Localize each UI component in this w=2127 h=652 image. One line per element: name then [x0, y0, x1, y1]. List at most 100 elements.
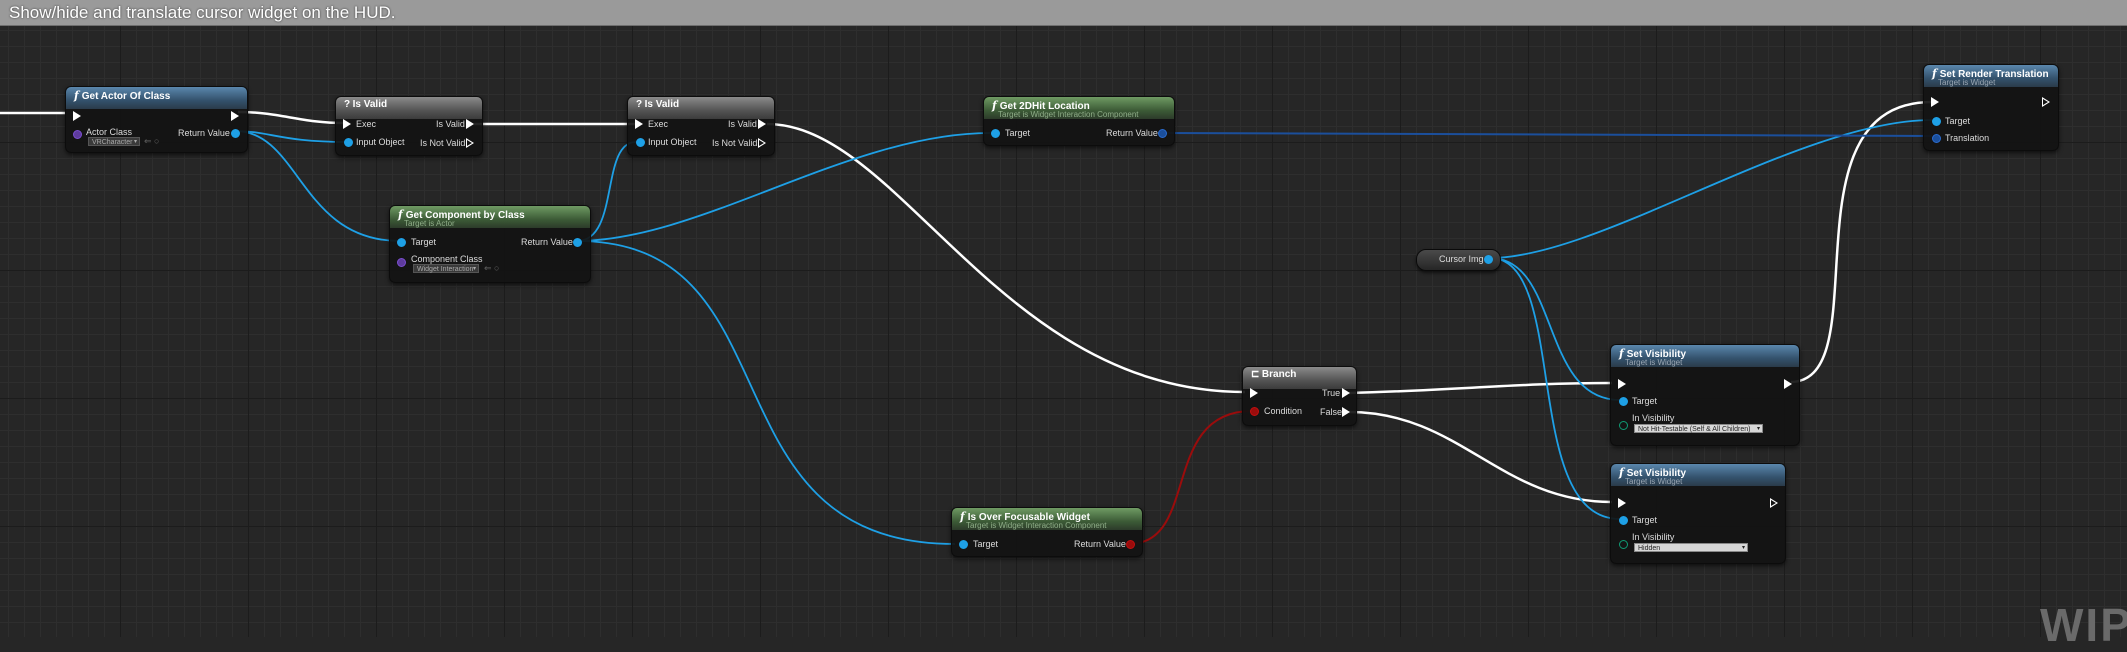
node-get-2dhit-location[interactable]: f Get 2DHit Location Target is Widget Inte… [983, 96, 1175, 146]
input-object-label: Input Object [356, 137, 405, 147]
function-icon: f [1619, 347, 1624, 360]
component-class-label: Component Class [411, 254, 483, 264]
asset-browse-icon[interactable]: ⇐ ○ [484, 263, 499, 274]
target-label: Target [1945, 116, 1971, 126]
node-header: f Get Actor Of Class [66, 87, 247, 109]
exec-wire [237, 110, 346, 125]
exec-out-pin[interactable] [1784, 379, 1792, 389]
target-label: Target [1632, 515, 1658, 525]
node-subtitle: Target is Widget [1625, 358, 1683, 367]
exec-in-pin[interactable] [635, 119, 643, 129]
function-icon: f [398, 208, 403, 221]
is-valid-exec-pin[interactable] [758, 119, 766, 129]
node-is-valid-2[interactable]: ? Is Valid Exec Is Valid Input Object Is… [627, 96, 775, 156]
node-get-component-by-class[interactable]: f Get Component by Class Target is Actor T… [389, 205, 591, 283]
component-class-pin[interactable] [397, 258, 406, 267]
node-cursor-img-variable[interactable]: Cursor Img [1416, 249, 1501, 271]
in-visibility-label: In Visibility [1632, 532, 1675, 542]
node-is-valid-1[interactable]: ? Is Valid Exec Is Valid Input Object Is… [335, 96, 483, 156]
actor-class-dropdown[interactable]: VRCharacter ▾ [88, 137, 140, 146]
exec-in-pin[interactable] [343, 119, 351, 129]
exec-label: Exec [648, 119, 669, 129]
false-label: False [1320, 407, 1343, 417]
variable-label: Cursor Img [1439, 254, 1484, 264]
is-not-valid-exec-pin[interactable] [466, 138, 474, 148]
target-pin[interactable] [1619, 397, 1628, 406]
exec-in-pin[interactable] [1250, 388, 1258, 398]
target-pin[interactable] [959, 540, 968, 549]
target-label: Target [1005, 128, 1031, 138]
exec-in-pin[interactable] [1618, 379, 1626, 389]
exec-in-pin[interactable] [73, 111, 81, 121]
target-pin[interactable] [397, 238, 406, 247]
node-is-over-focusable-widget[interactable]: f Is Over Focusable Widget Target is Widge… [951, 507, 1143, 557]
target-pin[interactable] [1619, 516, 1628, 525]
node-get-actor-of-class[interactable]: f Get Actor Of Class Actor Class VRCharac… [65, 86, 248, 153]
node-set-visibility-2[interactable]: f Set Visibility Target is Widget Target I… [1610, 463, 1786, 564]
function-icon: f [1932, 67, 1937, 80]
exec-out-pin[interactable] [231, 111, 239, 121]
graph-type-watermark: WIP [2040, 599, 2127, 651]
condition-pin[interactable] [1250, 407, 1259, 416]
dropdown-value: Hidden [1638, 545, 1661, 552]
condition-label: Condition [1264, 406, 1303, 416]
node-header: f Set Visibility Target is Widget [1611, 464, 1785, 486]
object-wire [576, 240, 956, 545]
exec-wire [1348, 381, 1613, 395]
input-object-pin[interactable] [344, 138, 353, 147]
return-value-pin[interactable] [573, 238, 582, 247]
cursor-img-output-pin[interactable] [1484, 255, 1493, 264]
actor-class-pin[interactable] [73, 130, 82, 139]
exec-in-pin[interactable] [1618, 498, 1626, 508]
exec-wire [1790, 100, 1933, 384]
is-not-valid-exec-pin[interactable] [758, 138, 766, 148]
is-valid-exec-pin[interactable] [466, 119, 474, 129]
chevron-down-icon: ▾ [1741, 545, 1745, 551]
exec-out-pin[interactable] [1770, 498, 1778, 508]
node-title: Get Actor Of Class [81, 91, 171, 102]
function-icon: f [1619, 466, 1624, 479]
exec-out-pin[interactable] [2042, 97, 2050, 107]
return-value-pin[interactable] [1158, 129, 1167, 138]
node-subtitle: Target is Actor [404, 219, 455, 228]
return-value-pin[interactable] [231, 129, 240, 138]
target-pin[interactable] [1932, 117, 1941, 126]
true-label: True [1322, 388, 1341, 398]
input-object-pin[interactable] [636, 138, 645, 147]
in-visibility-pin[interactable] [1619, 421, 1628, 430]
node-header: f Set Visibility Target is Widget [1611, 345, 1799, 367]
node-subtitle: Target is Widget [1625, 477, 1683, 486]
node-header: ⊏ Branch [1243, 367, 1356, 389]
object-wire [1489, 119, 1933, 259]
chevron-down-icon: ▾ [1756, 426, 1760, 432]
exec-in-pin[interactable] [1931, 97, 1939, 107]
visibility-dropdown[interactable]: Hidden ▾ [1634, 543, 1748, 552]
is-not-valid-label: Is Not Valid [712, 138, 758, 148]
return-value-label: Return Value [521, 237, 573, 247]
target-pin[interactable] [991, 129, 1000, 138]
bool-wire [1128, 410, 1253, 545]
visibility-dropdown[interactable]: Not Hit-Testable (Self & All Children) ▾ [1634, 424, 1763, 433]
is-valid-label: Is Valid [436, 119, 465, 129]
asset-browse-icon[interactable]: ⇐ ○ [144, 136, 159, 147]
node-set-visibility-1[interactable]: f Set Visibility Target is Widget Target I… [1610, 344, 1800, 446]
dropdown-value: Not Hit-Testable (Self & All Children) [1638, 426, 1751, 433]
translation-pin[interactable] [1932, 134, 1941, 143]
node-subtitle: Target is Widget Interaction Component [998, 110, 1139, 119]
node-set-render-translation[interactable]: f Set Render Translation Target is Widget … [1923, 64, 2059, 151]
target-label: Target [411, 237, 437, 247]
dropdown-value: VRCharacter [92, 139, 133, 146]
component-class-dropdown[interactable]: Widget Interaction ▾ [413, 264, 479, 273]
actor-class-label: Actor Class [86, 127, 133, 137]
true-exec-pin[interactable] [1342, 388, 1350, 398]
node-header: f Set Render Translation Target is Widget [1924, 65, 2058, 87]
false-exec-pin[interactable] [1342, 407, 1350, 417]
node-branch[interactable]: ⊏ Branch True Condition False [1242, 366, 1357, 426]
vector-wire [1160, 132, 1933, 137]
in-visibility-label: In Visibility [1632, 413, 1675, 423]
node-header: ? Is Valid [336, 97, 482, 119]
target-label: Target [973, 539, 999, 549]
in-visibility-pin[interactable] [1619, 540, 1628, 549]
function-icon: f [960, 510, 965, 523]
return-value-pin[interactable] [1126, 540, 1135, 549]
